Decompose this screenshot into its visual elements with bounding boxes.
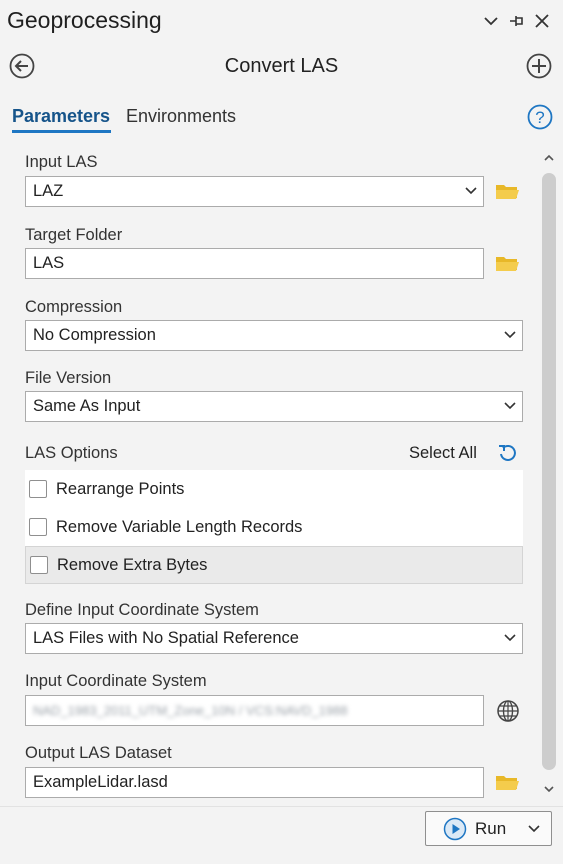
scroll-down-icon[interactable] [542, 782, 556, 796]
output-dataset-label: Output LAS Dataset [25, 744, 172, 762]
define-cs-dropdown[interactable]: LAS Files with No Spatial Reference [25, 623, 523, 654]
scroll-up-icon[interactable] [542, 151, 556, 165]
tool-title: Convert LAS [224, 55, 339, 77]
file-version-label: File Version [25, 369, 112, 387]
folder-icon[interactable] [495, 253, 520, 273]
tab-parameters[interactable]: Parameters [12, 106, 110, 127]
active-tab-indicator [12, 130, 111, 133]
chevron-down-icon [465, 187, 477, 195]
file-version-value: Same As Input [33, 397, 141, 415]
input-las-label: Input LAS [25, 153, 98, 171]
checkbox[interactable] [29, 480, 47, 498]
input-cs-value: NAD_1983_2011_UTM_Zone_10N / VCS:NAVD_19… [33, 703, 348, 718]
compression-value: No Compression [33, 326, 156, 344]
las-options-list: Rearrange Points Remove Variable Length … [25, 470, 523, 584]
input-las-dropdown[interactable]: LAZ [25, 176, 484, 207]
input-las-value: LAZ [33, 182, 64, 200]
las-options-label: LAS Options [25, 444, 118, 462]
target-folder-label: Target Folder [25, 226, 123, 244]
compression-dropdown[interactable]: No Compression [25, 320, 523, 351]
folder-icon[interactable] [495, 772, 520, 792]
option-remove-extra-bytes[interactable]: Remove Extra Bytes [25, 546, 523, 584]
run-label: Run [475, 818, 507, 838]
reset-icon[interactable] [497, 443, 519, 463]
chevron-down-icon [504, 331, 516, 339]
tab-environments[interactable]: Environments [126, 106, 236, 127]
chevron-down-icon [504, 402, 516, 410]
input-cs-label: Input Coordinate System [25, 672, 207, 690]
select-all-link[interactable]: Select All [409, 444, 477, 463]
play-icon [443, 817, 467, 840]
globe-icon[interactable] [496, 699, 520, 723]
add-icon[interactable] [526, 53, 552, 79]
option-rearrange-points[interactable]: Rearrange Points [25, 470, 523, 508]
option-label: Remove Variable Length Records [56, 517, 303, 536]
option-label: Rearrange Points [56, 479, 185, 498]
checkbox[interactable] [29, 518, 47, 536]
chevron-down-icon [504, 634, 516, 642]
pin-icon[interactable] [506, 11, 526, 31]
option-label: Remove Extra Bytes [57, 555, 208, 574]
output-dataset-input[interactable]: ExampleLidar.lasd [25, 767, 484, 798]
checkbox[interactable] [30, 556, 48, 574]
chevron-down-icon[interactable] [528, 824, 540, 833]
help-icon[interactable]: ? [527, 104, 553, 130]
compression-label: Compression [25, 298, 123, 316]
close-icon[interactable] [532, 11, 552, 31]
pane-title: Geoprocessing [7, 7, 162, 33]
svg-text:?: ? [535, 108, 544, 127]
define-cs-value: LAS Files with No Spatial Reference [33, 629, 299, 647]
run-button[interactable]: Run [425, 811, 552, 846]
define-cs-label: Define Input Coordinate System [25, 601, 259, 619]
option-remove-vlr[interactable]: Remove Variable Length Records [25, 508, 523, 546]
target-folder-input[interactable]: LAS [25, 248, 484, 279]
input-cs-field[interactable]: NAD_1983_2011_UTM_Zone_10N / VCS:NAVD_19… [25, 695, 484, 726]
pane-options-chevron-icon[interactable] [481, 11, 501, 31]
file-version-dropdown[interactable]: Same As Input [25, 391, 523, 422]
folder-icon[interactable] [495, 181, 520, 201]
scrollbar-thumb[interactable] [542, 173, 556, 770]
